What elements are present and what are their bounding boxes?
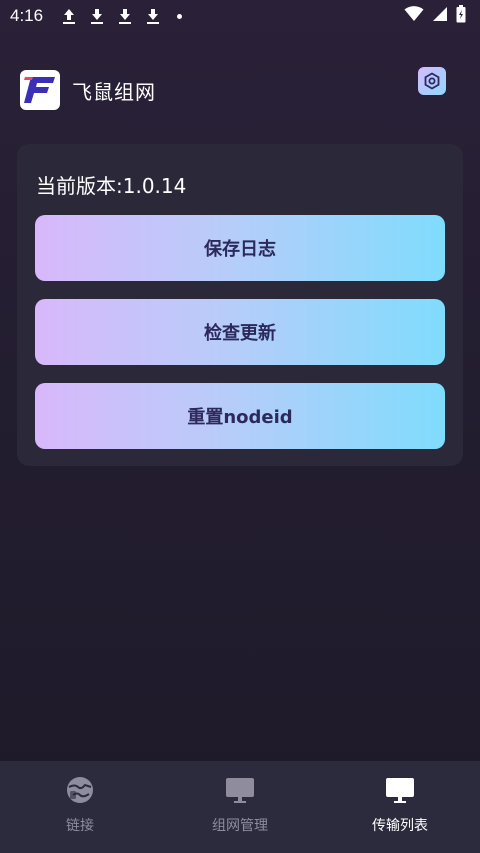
nav-label-transfer: 传输列表 xyxy=(372,818,428,834)
status-left: 4:16 xyxy=(10,6,183,26)
monitor-icon xyxy=(385,775,415,805)
nav-item-link[interactable]: 链接 xyxy=(0,761,160,853)
monitor-icon xyxy=(225,775,255,805)
save-log-button[interactable]: 保存日志 xyxy=(35,215,445,281)
download-icon xyxy=(117,7,133,25)
app-logo-mark xyxy=(24,77,55,103)
app-header: 飞鼠组网 xyxy=(20,67,460,110)
settings-card: 当前版本:1.0.14 保存日志 检查更新 重置nodeid xyxy=(17,144,463,466)
wifi-icon xyxy=(404,6,424,26)
battery-icon xyxy=(456,5,466,27)
nav-item-transfer[interactable]: 传输列表 xyxy=(320,761,480,853)
dot-icon xyxy=(177,13,183,19)
nav-label-link: 链接 xyxy=(66,818,94,834)
bottom-nav: 链接 组网管理 传输列表 xyxy=(0,761,480,853)
status-right xyxy=(404,5,466,27)
app-logo xyxy=(20,70,60,110)
download-icon xyxy=(145,7,161,25)
settings-hex-icon xyxy=(424,72,440,90)
nav-label-network: 组网管理 xyxy=(212,818,268,834)
status-bar: 4:16 xyxy=(0,0,480,32)
nav-item-network[interactable]: 组网管理 xyxy=(160,761,320,853)
upload-icon xyxy=(61,7,77,25)
status-time: 4:16 xyxy=(10,6,44,25)
globe-link-icon xyxy=(65,775,95,805)
reset-nodeid-button[interactable]: 重置nodeid xyxy=(35,383,445,449)
check-update-button[interactable]: 检查更新 xyxy=(35,299,445,365)
app-title: 飞鼠组网 xyxy=(72,79,156,104)
signal-icon xyxy=(432,6,448,26)
settings-button[interactable] xyxy=(418,67,446,95)
version-label: 当前版本:1.0.14 xyxy=(36,174,187,198)
download-icon xyxy=(89,7,105,25)
